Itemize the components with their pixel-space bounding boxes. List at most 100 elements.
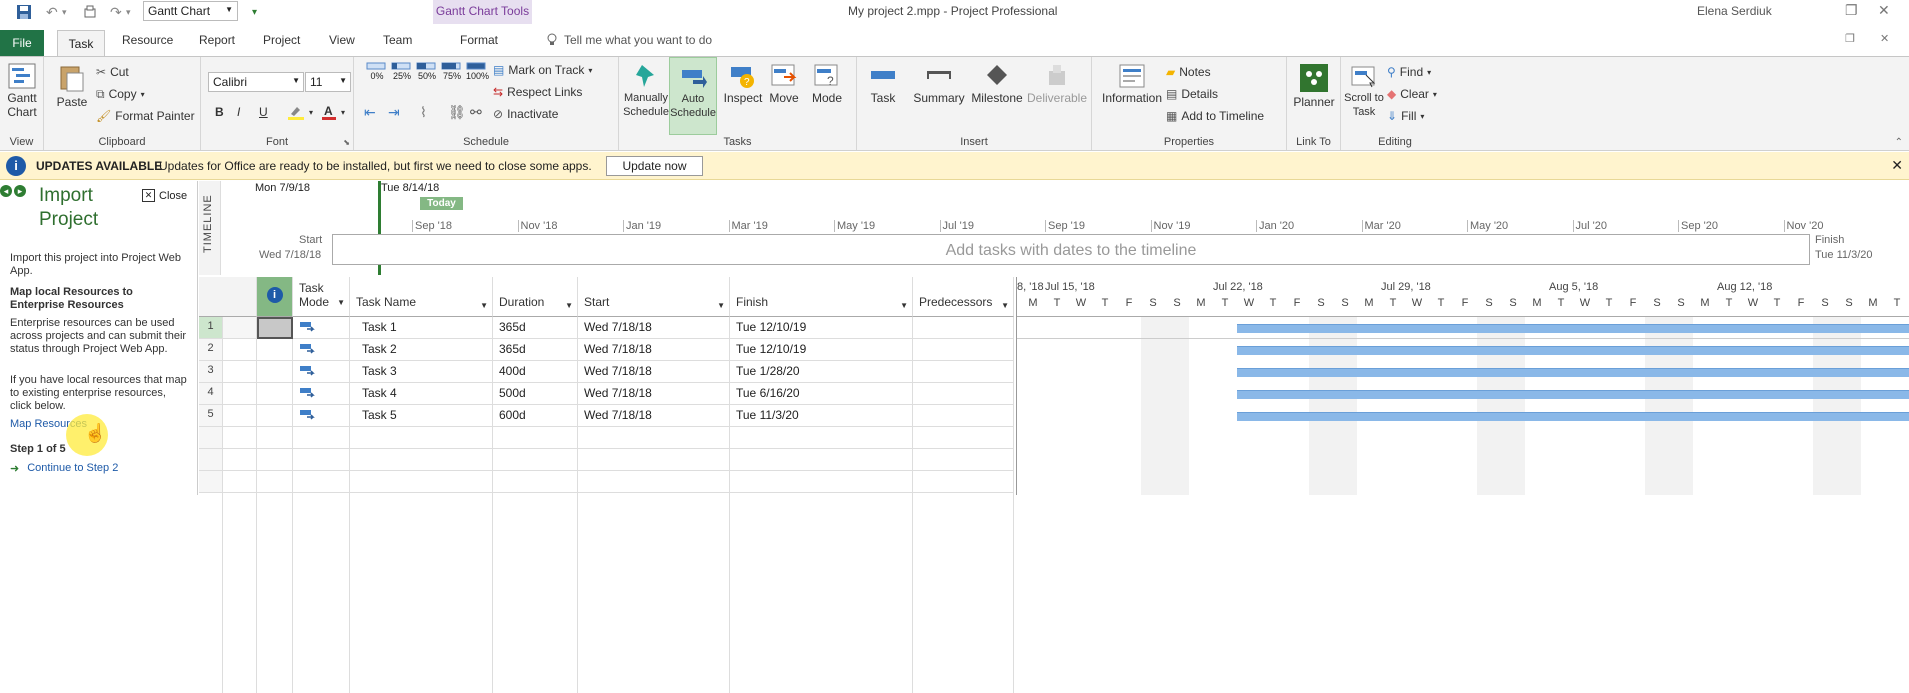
paste-button[interactable]: Paste <box>54 63 90 109</box>
insert-summary-button[interactable]: Summary <box>911 63 967 105</box>
timeline-bar[interactable]: Add tasks with dates to the timeline <box>332 234 1810 265</box>
table-row[interactable] <box>199 471 1014 493</box>
table-row[interactable]: 1 Task 1 365d Wed 7/18/18 Tue 12/10/19 <box>199 317 1014 339</box>
row-selector[interactable] <box>223 339 257 361</box>
indicators-column-header[interactable]: i <box>257 277 293 317</box>
scroll-to-task-button[interactable]: Scroll to Task <box>1341 63 1387 119</box>
customize-qat-icon[interactable]: ▾ <box>252 2 257 22</box>
finish-cell[interactable]: Tue 6/16/20 <box>730 383 913 405</box>
finish-cell[interactable]: Tue 12/10/19 <box>730 339 913 361</box>
row-selector[interactable] <box>223 427 257 449</box>
start-column-header[interactable]: Start ▼ <box>578 277 730 317</box>
close-window-icon[interactable]: ✕ <box>1878 2 1890 19</box>
move-button[interactable]: Move <box>764 63 804 105</box>
italic-button[interactable]: I <box>237 103 240 121</box>
task-name-cell[interactable] <box>350 427 493 449</box>
percent-complete-0-button[interactable]: 0% <box>366 61 388 81</box>
tab-file[interactable]: File <box>0 30 44 56</box>
mode-button[interactable]: ? Mode <box>807 63 847 105</box>
undo-icon[interactable]: ↶ <box>46 2 58 22</box>
tell-me-search[interactable]: Tell me what you want to do <box>546 33 712 47</box>
duration-cell[interactable] <box>493 449 578 471</box>
percent-complete-25-button[interactable]: 25% <box>391 61 413 81</box>
indicator-cell[interactable] <box>257 427 293 449</box>
indicator-cell[interactable] <box>257 471 293 493</box>
row-selector[interactable] <box>223 361 257 383</box>
view-selector[interactable]: Gantt Chart ▼ <box>143 1 238 21</box>
row-id[interactable]: 3 <box>199 361 223 383</box>
task-mode-cell[interactable] <box>293 383 350 405</box>
insert-milestone-button[interactable]: Milestone <box>967 63 1027 105</box>
task-name-column-header[interactable]: Task Name ▼ <box>350 277 493 317</box>
task-name-cell[interactable] <box>350 471 493 493</box>
task-bar[interactable] <box>1237 368 1909 377</box>
copy-button[interactable]: ⧉ Copy ▾ <box>96 85 145 103</box>
duration-cell[interactable] <box>493 427 578 449</box>
task-mode-cell[interactable] <box>293 317 350 339</box>
back-arrow-icon[interactable]: ◂ <box>0 185 12 197</box>
finish-cell[interactable]: Tue 12/10/19 <box>730 317 913 339</box>
collapse-ribbon-icon[interactable]: ⌃ <box>1895 137 1903 148</box>
predecessors-column-header[interactable]: Predecessors ▼ <box>913 277 1014 317</box>
predecessors-cell[interactable] <box>913 471 1014 493</box>
row-selector[interactable] <box>223 471 257 493</box>
clear-button[interactable]: ◆ Clear ▾ <box>1387 85 1437 103</box>
percent-complete-100-button[interactable]: 100% <box>466 61 489 81</box>
information-button[interactable]: Information <box>1096 63 1168 105</box>
timeline-view[interactable]: TIMELINE Mon 7/9/18 Tue 8/14/18 Today St… <box>199 181 1909 275</box>
user-name[interactable]: Elena Serdiuk <box>1697 4 1772 18</box>
table-row[interactable]: 5 Task 5 600d Wed 7/18/18 Tue 11/3/20 <box>199 405 1014 427</box>
font-color-button[interactable]: A ▾ <box>321 103 345 121</box>
mark-on-track-button[interactable]: ▤ Mark on Track ▾ <box>493 61 592 79</box>
predecessors-cell[interactable] <box>913 383 1014 405</box>
task-mode-cell[interactable] <box>293 339 350 361</box>
continue-step-link[interactable]: ➜ Continue to Step 2 <box>10 462 118 475</box>
tab-task[interactable]: Task <box>57 30 105 56</box>
task-mode-cell[interactable] <box>293 427 350 449</box>
save-icon[interactable] <box>16 2 32 22</box>
finish-cell[interactable] <box>730 427 913 449</box>
table-row[interactable] <box>199 449 1014 471</box>
close-document-icon[interactable]: ✕ <box>1880 32 1889 45</box>
table-row[interactable]: 4 Task 4 500d Wed 7/18/18 Tue 6/16/20 <box>199 383 1014 405</box>
row-selector[interactable] <box>223 405 257 427</box>
start-cell[interactable]: Wed 7/18/18 <box>578 405 730 427</box>
task-mode-cell[interactable] <box>293 361 350 383</box>
table-row[interactable]: 2 Task 2 365d Wed 7/18/18 Tue 12/10/19 <box>199 339 1014 361</box>
table-row[interactable]: 3 Task 3 400d Wed 7/18/18 Tue 1/28/20 <box>199 361 1014 383</box>
manually-schedule-button[interactable]: Manually Schedule <box>621 63 671 119</box>
respect-links-button[interactable]: ⇆ Respect Links <box>493 83 582 101</box>
finish-cell[interactable]: Tue 11/3/20 <box>730 405 913 427</box>
print-preview-icon[interactable] <box>82 2 98 22</box>
indicator-cell[interactable] <box>257 449 293 471</box>
duration-cell[interactable]: 500d <box>493 383 578 405</box>
indent-icon[interactable]: ⇥ <box>388 103 400 121</box>
start-cell[interactable] <box>578 471 730 493</box>
finish-column-header[interactable]: Finish ▼ <box>730 277 913 317</box>
start-cell[interactable]: Wed 7/18/18 <box>578 339 730 361</box>
split-task-icon[interactable]: ⌇ <box>420 103 427 121</box>
indicator-cell[interactable] <box>257 383 293 405</box>
duration-column-header[interactable]: Duration ▼ <box>493 277 578 317</box>
redo-dropdown-icon[interactable]: ▾ <box>126 2 131 22</box>
tab-project[interactable]: Project <box>263 33 300 47</box>
task-name-cell[interactable]: Task 4 <box>350 383 493 405</box>
font-family-select[interactable]: Calibri ▼ <box>208 72 304 92</box>
select-all-corner[interactable] <box>199 277 257 317</box>
font-size-select[interactable]: 11 ▼ <box>305 72 351 92</box>
tab-team[interactable]: Team <box>383 33 412 47</box>
table-row[interactable] <box>199 427 1014 449</box>
finish-cell[interactable] <box>730 449 913 471</box>
predecessors-cell[interactable] <box>913 339 1014 361</box>
start-cell[interactable]: Wed 7/18/18 <box>578 317 730 339</box>
add-to-timeline-button[interactable]: ▦ Add to Timeline <box>1166 107 1264 125</box>
highlight-color-button[interactable]: ▾ <box>287 103 313 121</box>
gantt-chart-button[interactable]: Gantt Chart <box>4 63 40 119</box>
forward-arrow-icon[interactable]: ▸ <box>14 185 26 197</box>
close-notification-icon[interactable]: ✕ <box>1891 157 1903 174</box>
cut-button[interactable]: ✂ Cut <box>96 63 129 81</box>
duration-cell[interactable]: 365d <box>493 339 578 361</box>
task-name-cell[interactable] <box>350 449 493 471</box>
indicator-cell[interactable] <box>257 361 293 383</box>
redo-icon[interactable]: ↷ <box>110 2 122 22</box>
